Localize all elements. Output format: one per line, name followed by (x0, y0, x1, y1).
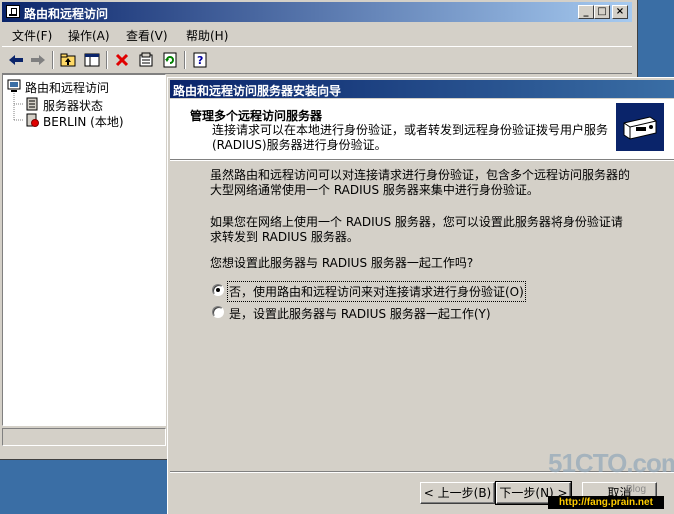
minimize-icon: _ (583, 6, 589, 17)
minimize-button[interactable]: _ (578, 5, 594, 19)
svg-text:?: ? (197, 54, 203, 67)
refresh-icon[interactable] (160, 50, 180, 70)
back-button[interactable]: < 上一步(B) (420, 482, 495, 504)
delete-icon[interactable] (112, 50, 132, 70)
window-title: 路由和远程访问 (24, 7, 109, 21)
menu-view[interactable]: 查看(V) (126, 27, 168, 44)
close-button[interactable]: × (612, 5, 628, 19)
cancel-button[interactable]: 取消 (582, 482, 657, 504)
maximize-button[interactable]: □ (594, 5, 610, 19)
tree-pane: 路由和远程访问 服务器状态 BERLIN (本地) (2, 74, 166, 426)
wizard-header-title: 管理多个远程访问服务器 (190, 109, 323, 123)
up-folder-icon[interactable] (58, 50, 78, 70)
forward-arrow-icon[interactable] (28, 50, 48, 70)
radio-no-label[interactable]: 否，使用路由和远程访问来对连接请求进行身份验证(O) (227, 281, 526, 302)
radio-no[interactable] (212, 284, 224, 296)
routing-app-icon (6, 5, 20, 18)
status-bar (2, 428, 166, 446)
menu-file[interactable]: 文件(F) (12, 27, 52, 44)
show-hide-tree-icon[interactable] (82, 50, 102, 70)
setup-wizard-dialog: 路由和远程访问服务器安装向导 管理多个远程访问服务器 连接请求可以在本地进行身份… (167, 77, 674, 514)
wizard-paragraph-2: 如果您在网络上使用一个 RADIUS 服务器，您可以设置此服务器将身份验证请求转… (210, 215, 623, 244)
back-arrow-icon[interactable] (6, 50, 26, 70)
menu-bar: 文件(F) 操作(A) 查看(V) 帮助(H) (2, 24, 632, 44)
network-device-icon (616, 103, 664, 151)
properties-icon[interactable] (136, 50, 156, 70)
help-icon[interactable]: ? (190, 50, 210, 70)
window-titlebar[interactable]: 路由和远程访问 _ □ × (2, 2, 632, 22)
toolbar: ? (2, 46, 632, 74)
wizard-header-subtitle: 连接请求可以在本地进行身份验证，或者转发到远程身份验证拨号用户服务(RADIUS… (212, 123, 609, 152)
menu-help[interactable]: 帮助(H) (186, 27, 228, 44)
maximize-icon: □ (597, 6, 607, 17)
wizard-header: 管理多个远程访问服务器 连接请求可以在本地进行身份验证，或者转发到远程身份验证拨… (170, 99, 674, 161)
radio-yes-label[interactable]: 是，设置此服务器与 RADIUS 服务器一起工作(Y) (229, 305, 491, 322)
tree-lines (13, 93, 24, 121)
next-button[interactable]: 下一步(N) > (495, 481, 572, 505)
wizard-button-separator (170, 471, 674, 473)
wizard-question: 您想设置此服务器与 RADIUS 服务器一起工作吗? (210, 256, 474, 270)
wizard-paragraph-1: 虽然路由和远程访问可以对连接请求进行身份验证，包含多个远程访问服务器的大型网络通… (210, 168, 631, 197)
menu-action[interactable]: 操作(A) (68, 27, 110, 44)
wizard-title: 路由和远程访问服务器安装向导 (173, 84, 342, 98)
close-icon: × (615, 6, 625, 17)
wizard-titlebar[interactable]: 路由和远程访问服务器安装向导 (170, 80, 674, 98)
radio-yes[interactable] (212, 306, 224, 318)
